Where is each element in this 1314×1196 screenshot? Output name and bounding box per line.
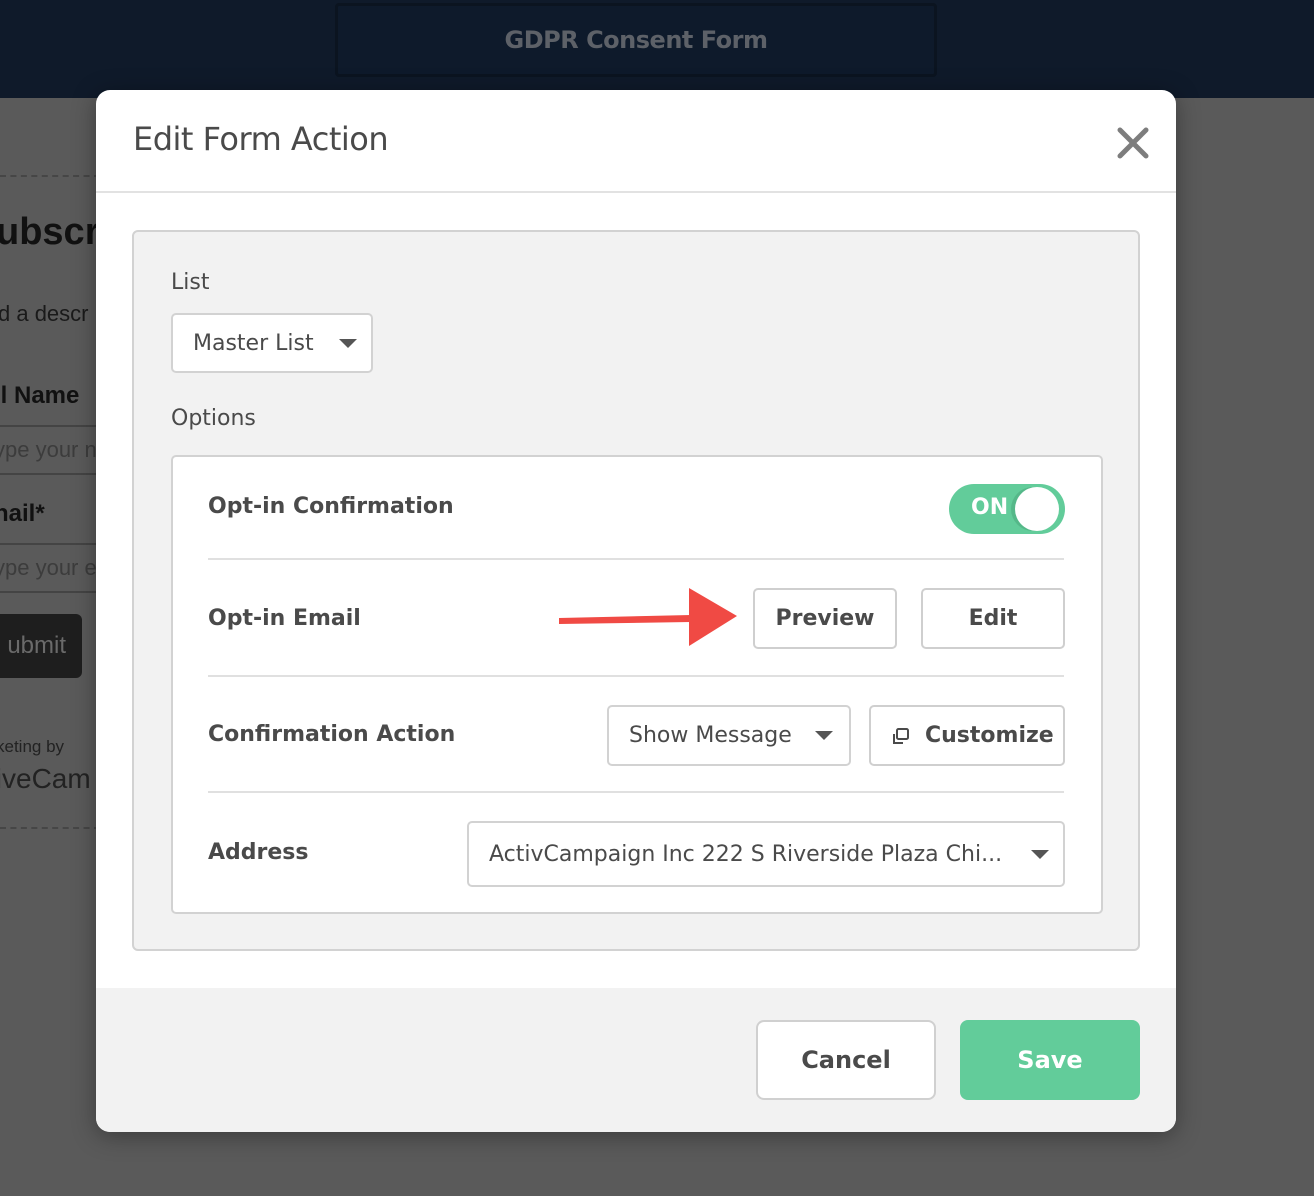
list-select-value: Master List (193, 330, 314, 356)
top-bar: GDPR Consent Form (0, 0, 1314, 98)
form-title: GDPR Consent Form (335, 3, 937, 77)
divider (208, 791, 1064, 793)
divider (208, 558, 1064, 560)
address-label: Address (208, 840, 309, 865)
form-description: d a descr (0, 301, 89, 326)
list-select[interactable]: Master List (171, 313, 373, 373)
confirmation-action-label: Confirmation Action (208, 722, 456, 747)
close-button[interactable] (1114, 124, 1152, 162)
divider (0, 175, 100, 177)
confirmation-action-value: Show Message (629, 723, 792, 748)
full-name-input: ype your n (0, 425, 104, 475)
preview-button[interactable]: Preview (753, 588, 897, 649)
edit-button[interactable]: Edit (921, 588, 1065, 649)
confirmation-action-select[interactable]: Show Message (607, 705, 851, 766)
modal-footer: Cancel Save (96, 988, 1176, 1132)
submit-button: ubmit (0, 614, 82, 678)
opt-in-confirmation-toggle[interactable]: ON (949, 484, 1065, 534)
background-form-preview: ubscr d a descr ll Name ype your n nail*… (0, 98, 104, 1196)
form-heading: ubscr (0, 211, 100, 253)
toggle-knob (1015, 487, 1059, 531)
divider (208, 675, 1064, 677)
brand-logo: tiveCam (0, 763, 91, 794)
options-label: Options (171, 406, 256, 431)
full-name-label: ll Name (0, 382, 80, 409)
customize-label: Customize (925, 723, 1054, 748)
marketing-text: keting by (0, 737, 65, 756)
save-button[interactable]: Save (960, 1020, 1140, 1100)
close-icon (1117, 127, 1149, 159)
cancel-button[interactable]: Cancel (756, 1020, 936, 1100)
annotation-arrow-icon (559, 588, 737, 646)
list-label: List (171, 270, 210, 295)
opt-in-email-label: Opt-in Email (208, 606, 361, 631)
address-value: ActivCampaign Inc 222 S Riverside Plaza … (489, 841, 1003, 867)
chevron-down-icon (1031, 850, 1049, 859)
divider (0, 827, 100, 829)
chevron-down-icon (815, 731, 833, 740)
chevron-down-icon (339, 339, 357, 348)
email-label: nail* (0, 500, 45, 527)
options-box: Opt-in Confirmation ON Opt-in Email Prev… (171, 455, 1103, 914)
opt-in-confirmation-label: Opt-in Confirmation (208, 494, 454, 519)
customize-button[interactable]: Customize (869, 705, 1065, 766)
modal-title: Edit Form Action (133, 120, 389, 158)
toggle-state-text: ON (971, 495, 1009, 520)
modal-header: Edit Form Action (96, 90, 1176, 193)
address-select[interactable]: ActivCampaign Inc 222 S Riverside Plaza … (467, 821, 1065, 887)
email-input: ype your e (0, 543, 104, 593)
external-window-icon (893, 727, 909, 744)
